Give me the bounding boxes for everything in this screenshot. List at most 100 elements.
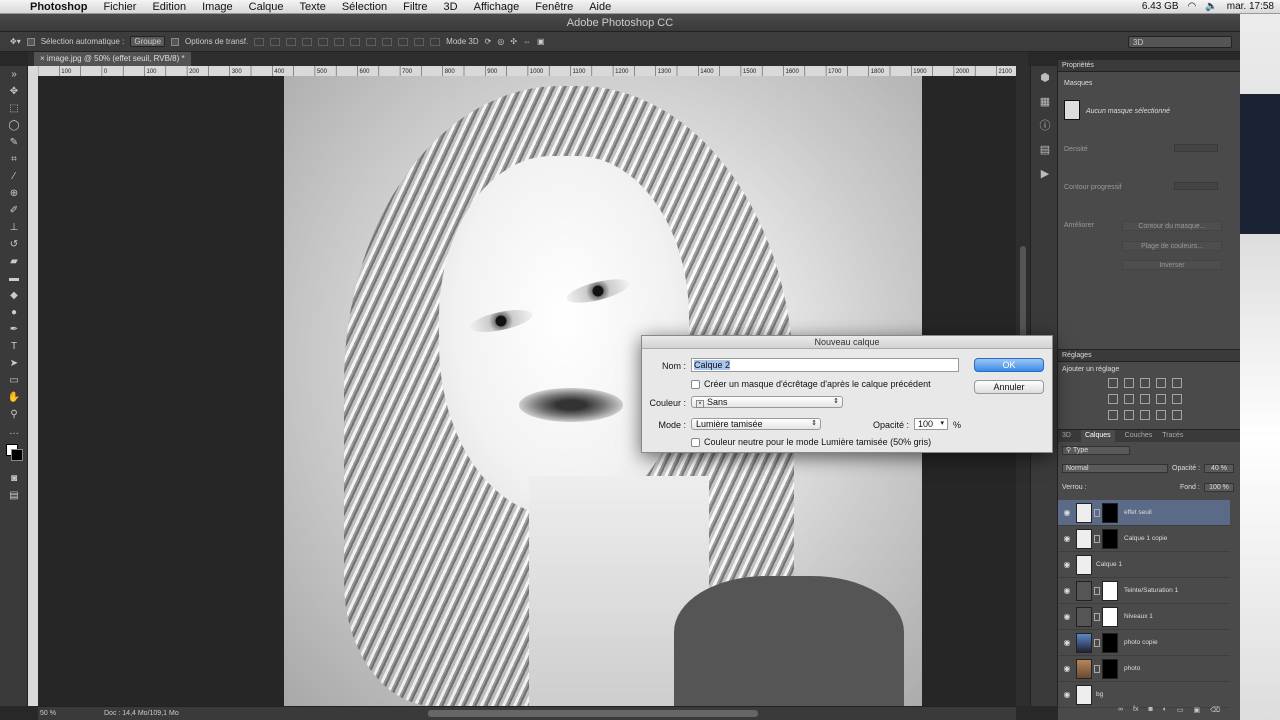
visibility-eye-icon[interactable]: ◉ <box>1058 586 1076 595</box>
photo-filter-icon[interactable] <box>1156 394 1166 404</box>
adjustments-title[interactable]: Réglages <box>1058 350 1240 362</box>
layer-row[interactable]: ◉ bg <box>1058 682 1230 708</box>
stamp-tool-icon[interactable]: ⊥ <box>0 219 28 236</box>
new-group-icon[interactable]: ▭ <box>1177 706 1184 714</box>
menu-fenetre[interactable]: Fenêtre <box>527 1 581 13</box>
memory-readout[interactable]: 6.43 GB <box>1142 1 1179 12</box>
layer-name-input[interactable]: Calque 2 <box>691 358 959 372</box>
menu-texte[interactable]: Texte <box>292 1 334 13</box>
exposure-icon[interactable] <box>1156 378 1166 388</box>
more-tools-icon[interactable]: … <box>0 423 28 440</box>
neutral-color-checkbox[interactable] <box>691 438 700 447</box>
menu-3d[interactable]: 3D <box>436 1 466 13</box>
menu-app[interactable]: Photoshop <box>22 1 95 13</box>
visibility-eye-icon[interactable]: ◉ <box>1058 638 1076 647</box>
dialog-opacity-field[interactable]: 100 ▾ <box>914 418 948 430</box>
levels-icon[interactable] <box>1124 378 1134 388</box>
align-middle-icon[interactable] <box>270 37 281 46</box>
mask-edge-button[interactable]: Contour du masque... <box>1122 221 1222 231</box>
menu-aide[interactable]: Aide <box>581 1 619 13</box>
blur-tool-icon[interactable]: ◆ <box>0 287 28 304</box>
visibility-eye-icon[interactable]: ◉ <box>1058 534 1076 543</box>
quick-mask-icon[interactable]: ◙ <box>0 470 28 487</box>
visibility-eye-icon[interactable]: ◉ <box>1058 690 1076 699</box>
layer-name[interactable]: photo copie <box>1124 639 1158 646</box>
distribute-bottom-icon[interactable] <box>382 37 393 46</box>
menu-affichage[interactable]: Affichage <box>466 1 528 13</box>
healing-tool-icon[interactable]: ⊕ <box>0 185 28 202</box>
brush-tool-icon[interactable]: ✐ <box>0 202 28 219</box>
layer-name[interactable]: photo <box>1124 665 1140 672</box>
color-swatches[interactable] <box>0 440 28 470</box>
distribute-left-icon[interactable] <box>398 37 409 46</box>
horizontal-scroll-thumb[interactable] <box>428 710 758 717</box>
tab-couches[interactable]: Couches <box>1125 430 1153 442</box>
layer-mask-thumbnail[interactable] <box>1102 606 1118 627</box>
background-color[interactable] <box>11 449 23 461</box>
feather-slider[interactable] <box>1174 182 1218 190</box>
screen-mode-icon[interactable]: ▤ <box>0 487 28 504</box>
crop-tool-icon[interactable]: ⌗ <box>0 151 28 168</box>
selective-color-icon[interactable] <box>1172 410 1182 420</box>
layer-name[interactable]: Calque 1 copie <box>1124 535 1167 542</box>
volume-icon[interactable]: 🔈 <box>1205 1 1217 12</box>
visibility-eye-icon[interactable]: ◉ <box>1058 612 1076 621</box>
history-icon[interactable]: ▤ <box>1031 138 1059 162</box>
layer-mask-thumbnail[interactable] <box>1102 580 1118 601</box>
info-icon[interactable]: ⓘ <box>1031 114 1059 138</box>
layer-row[interactable]: ◉ photo <box>1058 656 1230 682</box>
3d-panel-icon[interactable]: ⬢ <box>1031 66 1059 90</box>
align-right-icon[interactable] <box>334 37 345 46</box>
align-left-icon[interactable] <box>302 37 313 46</box>
wifi-icon[interactable]: ◠ <box>1188 1 1197 12</box>
move-tool-icon[interactable]: ✥ <box>0 83 28 100</box>
color-range-button[interactable]: Plage de couleurs... <box>1122 241 1222 251</box>
hue-icon[interactable] <box>1108 394 1118 404</box>
layer-mask-thumbnail[interactable] <box>1102 502 1118 523</box>
pen-tool-icon[interactable]: ✒ <box>0 321 28 338</box>
visibility-eye-icon[interactable]: ◉ <box>1058 560 1076 569</box>
layer-row[interactable]: ◉ Teinte/Saturation 1 <box>1058 578 1230 604</box>
layer-mask-thumbnail[interactable] <box>1102 632 1118 653</box>
align-bottom-icon[interactable] <box>286 37 297 46</box>
type-tool-icon[interactable]: T <box>0 338 28 355</box>
path-select-tool-icon[interactable]: ➤ <box>0 355 28 372</box>
opacity-field[interactable]: 40 % <box>1204 464 1234 473</box>
lasso-tool-icon[interactable]: ◯ <box>0 117 28 134</box>
auto-select-dropdown[interactable]: Groupe <box>130 36 166 47</box>
shape-tool-icon[interactable]: ▭ <box>0 372 28 389</box>
roll3d-icon[interactable]: ◎ <box>497 37 504 46</box>
layer-name[interactable]: bg <box>1096 691 1103 698</box>
distribute-top-icon[interactable] <box>350 37 361 46</box>
doc-size[interactable]: Doc : 14,4 Mo/109,1 Mo <box>104 710 179 717</box>
tab-traces[interactable]: Tracés <box>1162 430 1183 442</box>
align-center-icon[interactable] <box>318 37 329 46</box>
zoom-tool-icon[interactable]: ⚲ <box>0 406 28 423</box>
hand-tool-icon[interactable]: ✋ <box>0 389 28 406</box>
distribute-center-icon[interactable] <box>414 37 425 46</box>
layer-filter-dropdown[interactable]: ⚲ Type <box>1062 446 1130 455</box>
channel-mixer-icon[interactable] <box>1172 394 1182 404</box>
eraser-tool-icon[interactable]: ▰ <box>0 253 28 270</box>
ok-button[interactable]: OK <box>974 358 1044 372</box>
clock[interactable]: mar. 17:58 <box>1227 1 1274 12</box>
new-layer-icon[interactable]: ▣ <box>1194 706 1201 714</box>
posterize-icon[interactable] <box>1124 410 1134 420</box>
vibrance-icon[interactable] <box>1172 378 1182 388</box>
menu-edition[interactable]: Edition <box>144 1 194 13</box>
brightness-icon[interactable] <box>1108 378 1118 388</box>
mode-dropdown[interactable]: Lumière tamisée ⇕ <box>691 418 821 430</box>
fx-icon[interactable]: fx <box>1133 706 1138 714</box>
slide3d-icon[interactable]: ⇔ <box>523 37 531 46</box>
distribute-right-icon[interactable] <box>430 37 441 46</box>
layer-row[interactable]: ◉ photo copie <box>1058 630 1230 656</box>
align-top-icon[interactable] <box>254 37 265 46</box>
layer-mask-thumbnail[interactable] <box>1102 658 1118 679</box>
rotate3d-icon[interactable]: ⟳ <box>485 37 492 46</box>
layer-row[interactable]: ◉ Calque 1 <box>1058 552 1230 578</box>
threshold-icon[interactable] <box>1140 410 1150 420</box>
layer-name[interactable]: Teinte/Saturation 1 <box>1124 587 1178 594</box>
workspace-dropdown[interactable]: 3D <box>1128 35 1232 48</box>
quick-select-tool-icon[interactable]: ✎ <box>0 134 28 151</box>
menu-selection[interactable]: Sélection <box>334 1 395 13</box>
